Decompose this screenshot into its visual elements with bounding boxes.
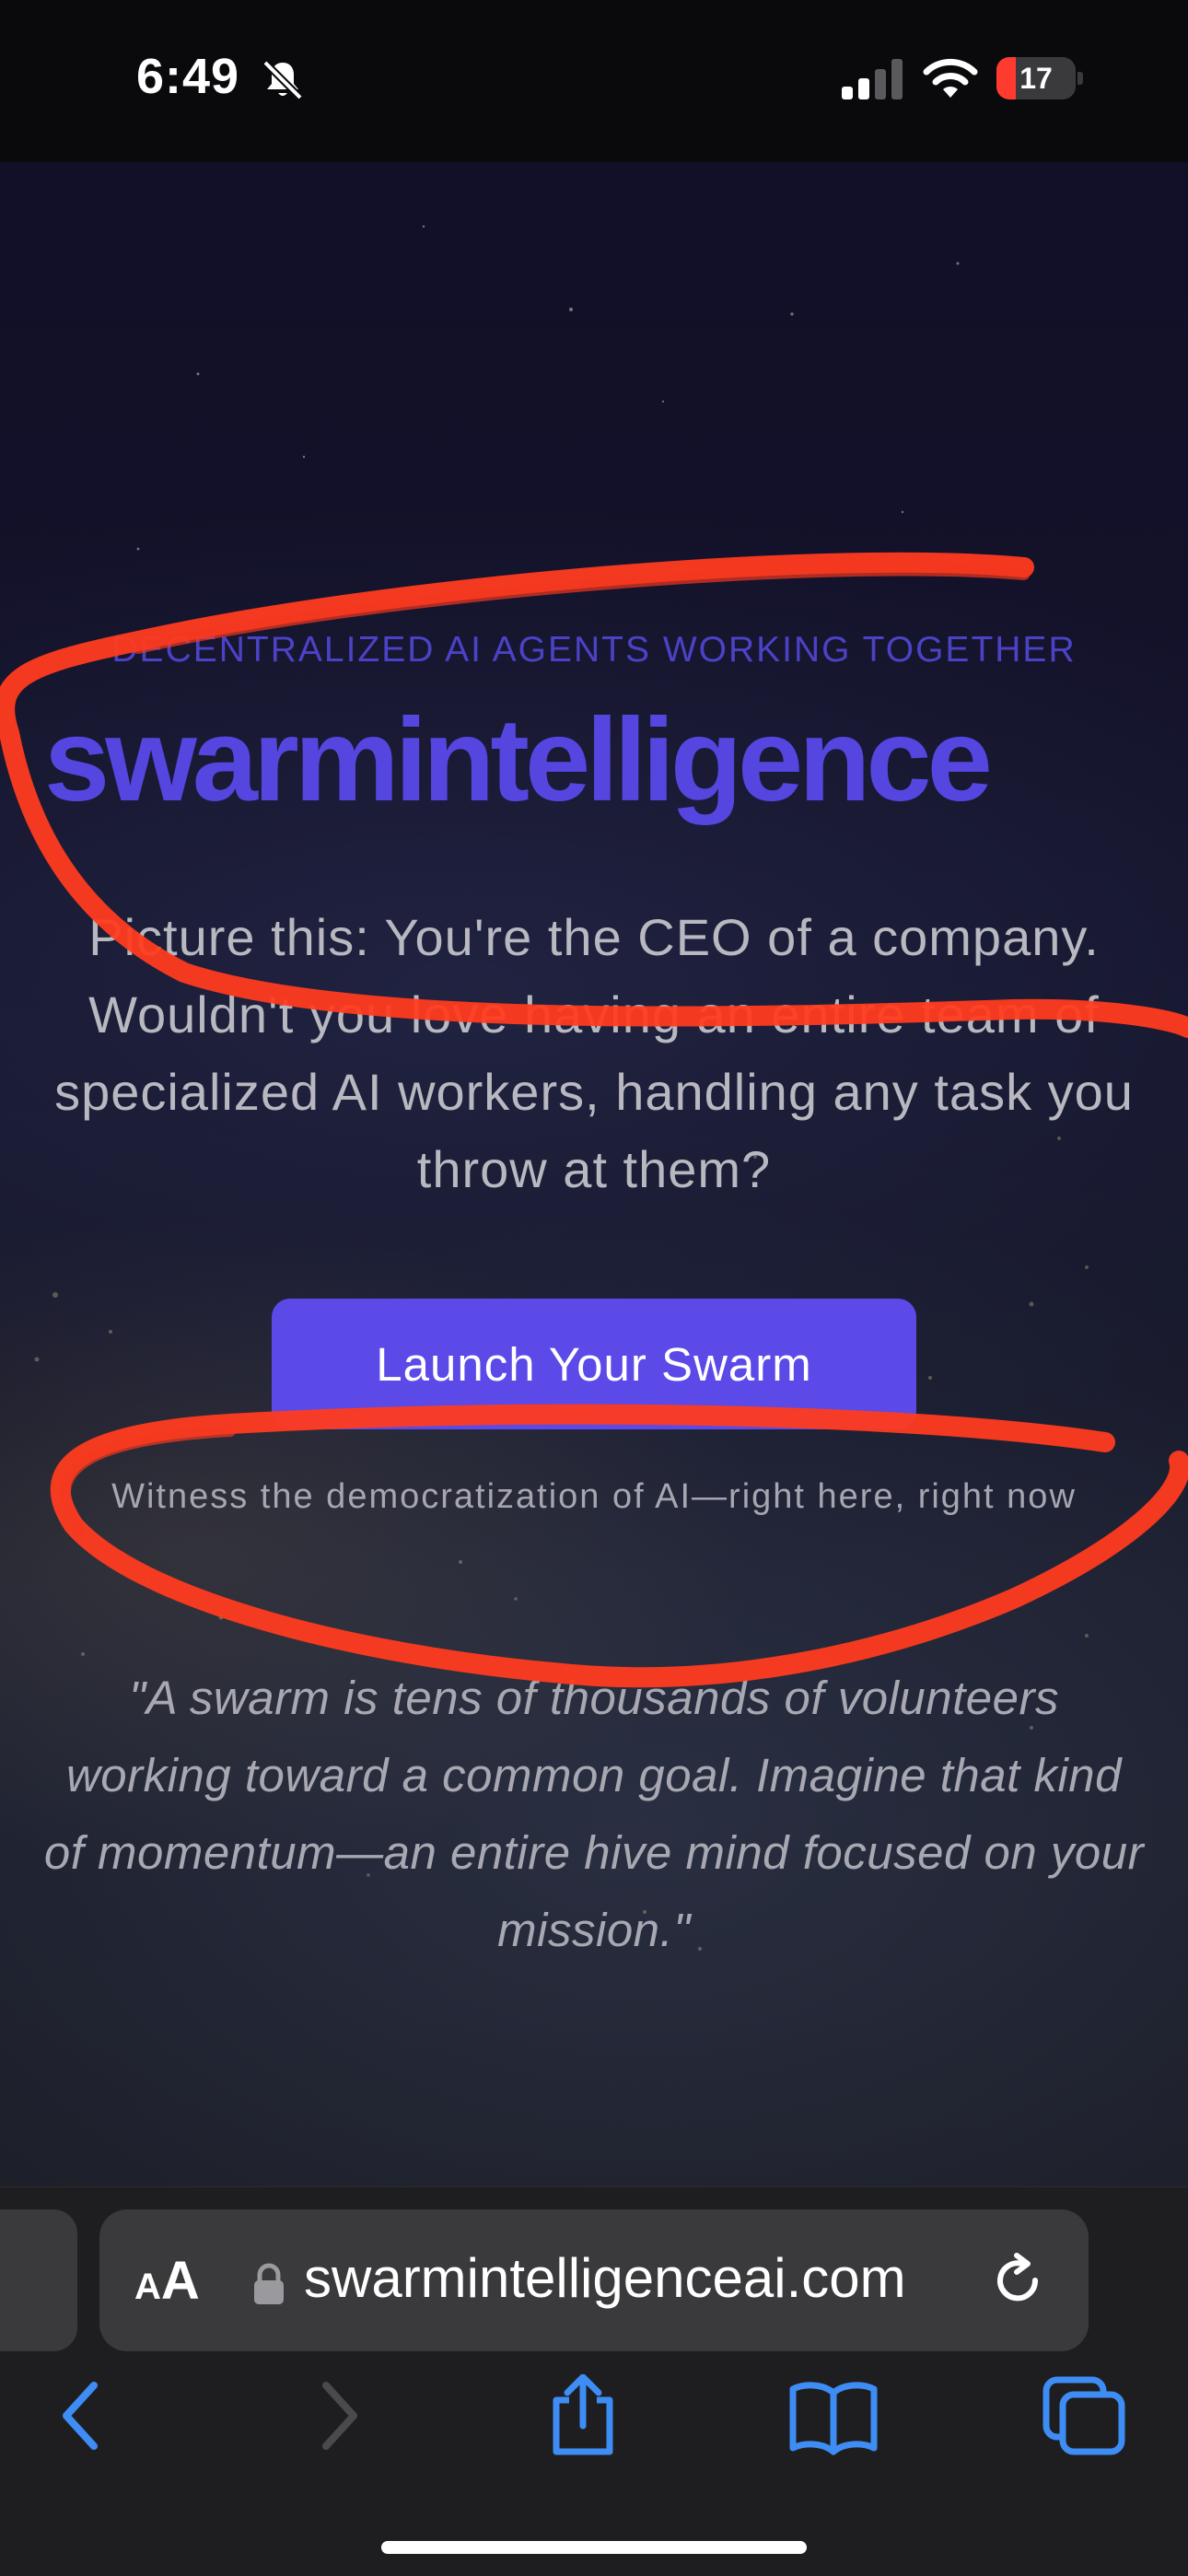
cellular-signal-icon (842, 59, 903, 99)
back-icon[interactable] (55, 2374, 107, 2457)
lock-icon (254, 2263, 284, 2304)
aa-big-label: A (160, 2251, 200, 2311)
reload-icon[interactable] (989, 2252, 1046, 2309)
forward-icon[interactable] (313, 2374, 365, 2457)
tabs-icon[interactable] (1041, 2374, 1127, 2457)
share-icon[interactable] (543, 2374, 623, 2457)
url-text: swarmintelligenceai.com (304, 2247, 906, 2309)
hero-quote: "A swarm is tens of thousands of volunte… (43, 1672, 1145, 1956)
bell-slash-icon (262, 60, 303, 100)
wifi-icon (923, 58, 978, 98)
previous-tab-peek[interactable] (0, 2209, 77, 2351)
hero-tagline: DECENTRALIZED AI AGENTS WORKING TOGETHER (111, 630, 1077, 670)
brand-title: swarmintelligence (44, 694, 993, 826)
status-time: 6:49 (136, 49, 240, 104)
hero-intro-text: Picture this: You're the CEO of a compan… (54, 908, 1134, 1198)
battery-icon: 17 (996, 57, 1085, 99)
reader-options-button[interactable]: AA (134, 2250, 200, 2312)
home-indicator (381, 2541, 807, 2554)
status-bar: 6:49 17 (0, 0, 1188, 162)
launch-swarm-button[interactable]: Launch Your Swarm (272, 1299, 916, 1429)
web-page: DECENTRALIZED AI AGENTS WORKING TOGETHER… (0, 162, 1188, 2188)
hero-subline: Witness the democratization of AI—right … (111, 1477, 1077, 1516)
bookmarks-icon[interactable] (787, 2374, 879, 2457)
address-bar[interactable]: AA swarmintelligenceai.com (99, 2209, 1089, 2351)
aa-small-label: A (134, 2267, 161, 2307)
battery-level: 17 (1019, 62, 1053, 95)
